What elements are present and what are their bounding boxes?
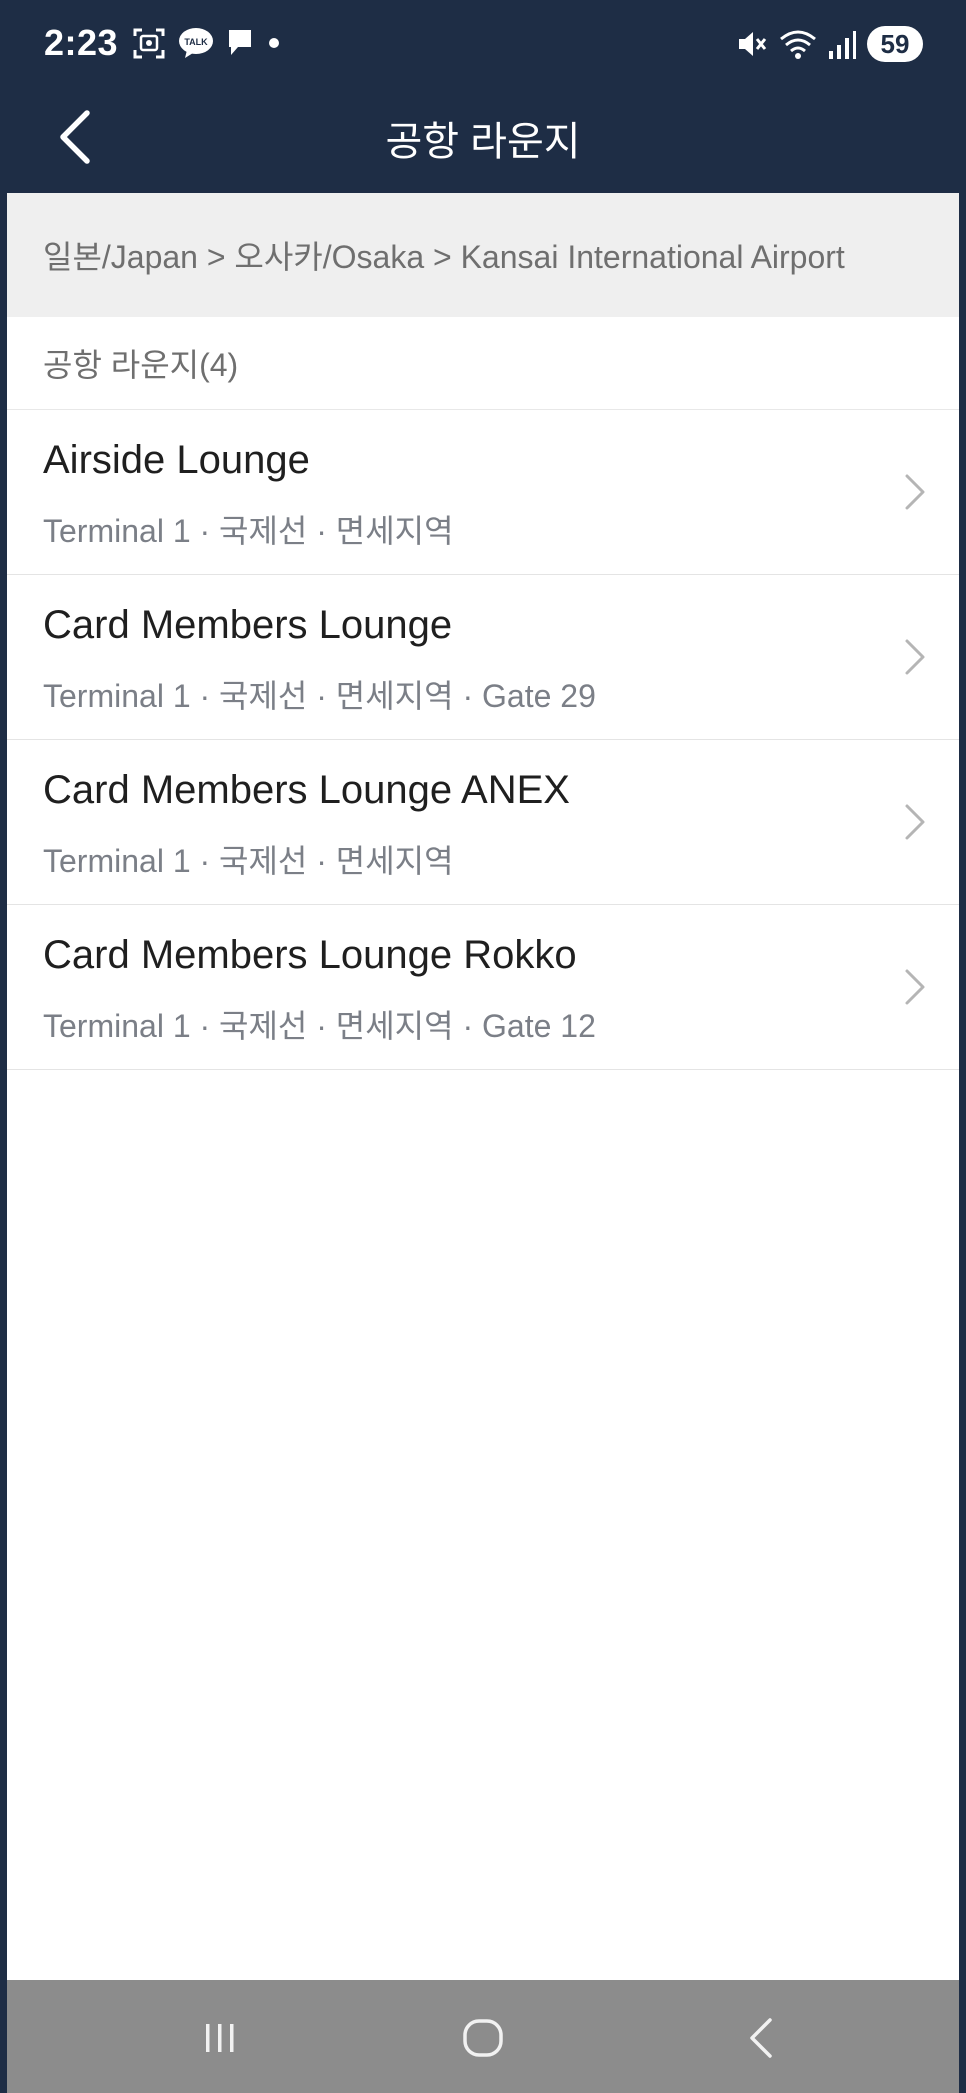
home-button[interactable] xyxy=(453,2008,513,2068)
notification-icons: TALK xyxy=(132,26,282,60)
section-header: 공항 라운지(4) xyxy=(7,317,959,410)
lounge-name: Card Members Lounge xyxy=(43,603,453,647)
chevron-right-icon xyxy=(905,804,925,840)
lounge-name: Card Members Lounge Rokko xyxy=(43,933,577,977)
home-icon xyxy=(463,2019,503,2057)
lounge-detail: Terminal 1 · 국제선 · 면세지역 · Gate 29 xyxy=(43,678,596,714)
recents-icon xyxy=(206,2024,234,2052)
list-item[interactable]: Airside Lounge Terminal 1 · 국제선 · 면세지역 xyxy=(7,410,959,575)
battery-indicator: 59 xyxy=(867,26,923,62)
list-item[interactable]: Card Members Lounge Terminal 1 · 국제선 · 면… xyxy=(7,575,959,740)
screenshot-icon xyxy=(133,28,165,59)
more-notifications-dot-icon xyxy=(269,38,279,48)
list-item[interactable]: Card Members Lounge Rokko Terminal 1 · 국… xyxy=(7,905,959,1070)
signal-icon xyxy=(829,31,856,59)
talk-icon: TALK xyxy=(179,28,213,58)
chevron-right-icon xyxy=(905,474,925,510)
app-bar: 공항 라운지 xyxy=(7,93,959,193)
mute-icon xyxy=(739,32,767,56)
system-icons: 59 xyxy=(735,26,923,62)
chevron-right-icon xyxy=(905,969,925,1005)
lounge-name: Card Members Lounge ANEX xyxy=(43,768,570,812)
lounge-detail: Terminal 1 · 국제선 · 면세지역 xyxy=(43,513,454,549)
status-bar: 2:23 TALK 59 xyxy=(7,0,959,93)
status-time: 2:23 xyxy=(44,22,119,63)
recents-button[interactable] xyxy=(190,2008,250,2068)
list-item[interactable]: Card Members Lounge ANEX Terminal 1 · 국제… xyxy=(7,740,959,905)
breadcrumb: 일본/Japan > 오사카/Osaka > Kansai Internatio… xyxy=(7,193,959,317)
page-title: 공항 라운지 xyxy=(385,120,581,164)
chevron-right-icon xyxy=(905,639,925,675)
lounge-name: Airside Lounge xyxy=(43,438,310,482)
talk-icon-label: TALK xyxy=(184,37,208,47)
nav-back-icon xyxy=(750,2018,772,2058)
lounge-detail: Terminal 1 · 국제선 · 면세지역 · Gate 12 xyxy=(43,1008,596,1044)
navigation-bar xyxy=(7,1980,959,2093)
app-screen: 2:23 TALK 59 공항 라운지 일본/Japan > 오사카/Osaka… xyxy=(0,0,966,2093)
lounge-list: Airside Lounge Terminal 1 · 국제선 · 면세지역 C… xyxy=(7,410,959,1070)
nav-back-button[interactable] xyxy=(732,2008,792,2068)
lounge-detail: Terminal 1 · 국제선 · 면세지역 xyxy=(43,843,454,879)
header: 2:23 TALK 59 공항 라운지 xyxy=(7,0,959,193)
wifi-icon xyxy=(780,30,816,59)
message-icon xyxy=(229,30,251,55)
